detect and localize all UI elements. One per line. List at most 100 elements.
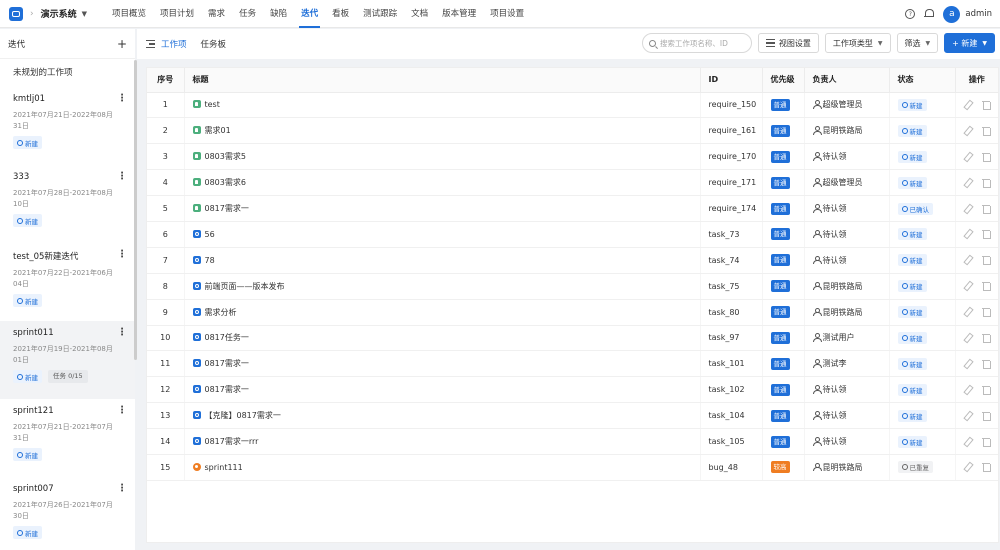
row-title-cell[interactable]: 0817任务一 bbox=[184, 325, 701, 352]
row-priority-cell[interactable]: 普通 bbox=[762, 273, 805, 300]
row-status-cell[interactable]: 新建 bbox=[889, 350, 956, 378]
edit-icon[interactable] bbox=[964, 229, 972, 238]
nav-test-tracking[interactable]: 测试跟踪 bbox=[356, 0, 404, 28]
more-options-icon[interactable]: ⋮ bbox=[117, 249, 127, 260]
row-title[interactable]: 0817需求一 bbox=[205, 385, 249, 394]
nav-requirements[interactable]: 需求 bbox=[201, 0, 232, 28]
row-title[interactable]: test bbox=[205, 100, 220, 109]
row-status-cell[interactable]: 新建 bbox=[889, 117, 956, 145]
row-status-cell[interactable]: 新建 bbox=[889, 376, 956, 404]
view-settings-button[interactable]: 视图设置 bbox=[757, 33, 819, 53]
add-sprint-icon[interactable]: + bbox=[117, 37, 127, 51]
row-priority-cell[interactable]: 较高 bbox=[762, 454, 805, 481]
nav-sprints[interactable]: 迭代 bbox=[294, 0, 325, 28]
row-status-cell[interactable]: 新建 bbox=[889, 169, 956, 197]
trash-icon[interactable] bbox=[981, 333, 991, 343]
row-status-cell[interactable]: 新建 bbox=[889, 221, 956, 248]
row-priority-cell[interactable]: 普通 bbox=[762, 402, 805, 430]
row-title-cell[interactable]: 0817需求一rrr bbox=[184, 428, 701, 455]
edit-icon[interactable] bbox=[964, 333, 972, 342]
row-title-cell[interactable]: 0803需求5 bbox=[184, 143, 701, 171]
table-row[interactable]: 4 0803需求6 require_171 普通 超级管理员 新建 bbox=[147, 169, 998, 197]
row-title[interactable]: 前端页面——版本发布 bbox=[205, 282, 285, 291]
edit-icon[interactable] bbox=[964, 359, 972, 368]
table-row[interactable]: 7 78 task_74 普通 待认领 新建 bbox=[147, 247, 998, 274]
table-row[interactable]: 5 0817需求一 require_174 普通 待认领 已确认 bbox=[147, 195, 998, 222]
row-title[interactable]: 需求分析 bbox=[205, 308, 237, 317]
nav-tasks[interactable]: 任务 bbox=[232, 0, 263, 28]
sprint-item[interactable]: sprint121 ⋮ 2021年07月21日-2021年07月31日 新建 bbox=[0, 399, 135, 477]
row-title-cell[interactable]: test bbox=[184, 92, 701, 119]
edit-icon[interactable] bbox=[964, 100, 972, 109]
edit-icon[interactable] bbox=[964, 307, 972, 316]
new-item-button[interactable]: + 新建 ▼ bbox=[944, 33, 995, 53]
row-title-cell[interactable]: 0817需求一 bbox=[184, 376, 701, 404]
row-owner-cell[interactable]: 待认领 bbox=[804, 428, 890, 455]
row-title[interactable]: 0817需求一rrr bbox=[205, 437, 259, 446]
table-row[interactable]: 8 前端页面——版本发布 task_75 普通 昆明铁路局 新建 bbox=[147, 273, 998, 300]
row-owner-cell[interactable]: 待认领 bbox=[804, 247, 890, 274]
row-owner-cell[interactable]: 待认领 bbox=[804, 402, 890, 430]
search-input[interactable]: 搜索工作项名称、ID bbox=[641, 33, 752, 53]
row-title-cell[interactable]: 0803需求6 bbox=[184, 169, 701, 197]
row-owner-cell[interactable]: 昆明铁路局 bbox=[804, 299, 890, 326]
row-owner-cell[interactable]: 待认领 bbox=[804, 221, 890, 248]
row-priority-cell[interactable]: 普通 bbox=[762, 325, 805, 352]
row-status-cell[interactable]: 新建 bbox=[889, 143, 956, 171]
row-owner-cell[interactable]: 超级管理员 bbox=[804, 92, 890, 119]
row-status-cell[interactable]: 已重复 bbox=[889, 454, 956, 481]
row-title-cell[interactable]: 0817需求一 bbox=[184, 195, 701, 222]
row-owner-cell[interactable]: 昆明铁路局 bbox=[804, 454, 890, 481]
trash-icon[interactable] bbox=[981, 437, 991, 447]
row-priority-cell[interactable]: 普通 bbox=[762, 299, 805, 326]
row-title-cell[interactable]: 前端页面——版本发布 bbox=[184, 273, 701, 300]
row-priority-cell[interactable]: 普通 bbox=[762, 92, 805, 119]
sprint-item[interactable]: sprint007 ⋮ 2021年07月26日-2021年07月30日 新建 bbox=[0, 477, 135, 550]
row-priority-cell[interactable]: 普通 bbox=[762, 169, 805, 197]
list-view-icon[interactable] bbox=[146, 40, 155, 48]
nav-plan[interactable]: 项目计划 bbox=[153, 0, 201, 28]
trash-icon[interactable] bbox=[981, 411, 991, 421]
trash-icon[interactable] bbox=[981, 126, 991, 136]
unplanned-items[interactable]: 未规划的工作项 bbox=[0, 59, 135, 87]
table-row[interactable]: 13 【克隆】0817需求一 task_104 普通 待认领 新建 bbox=[147, 402, 998, 430]
row-title[interactable]: 0817需求一 bbox=[205, 359, 249, 368]
edit-icon[interactable] bbox=[964, 462, 972, 471]
sprint-item[interactable]: 333 ⋮ 2021年07月28日-2021年08月10日 新建 bbox=[0, 165, 135, 243]
edit-icon[interactable] bbox=[964, 437, 972, 446]
sprint-item[interactable]: kmtlj01 ⋮ 2021年07月21日-2022年08月31日 新建 bbox=[0, 87, 135, 165]
edit-icon[interactable] bbox=[964, 255, 972, 264]
row-priority-cell[interactable]: 普通 bbox=[762, 143, 805, 171]
row-title-cell[interactable]: sprint111 bbox=[184, 454, 701, 481]
edit-icon[interactable] bbox=[964, 281, 972, 290]
more-options-icon[interactable]: ⋮ bbox=[117, 483, 127, 494]
bell-icon[interactable] bbox=[924, 9, 935, 19]
more-options-icon[interactable]: ⋮ bbox=[117, 405, 127, 416]
row-title-cell[interactable]: 0817需求一 bbox=[184, 350, 701, 378]
row-title[interactable]: 0803需求5 bbox=[205, 152, 246, 161]
trash-icon[interactable] bbox=[981, 204, 991, 214]
table-row[interactable]: 2 需求01 require_161 普通 昆明铁路局 新建 bbox=[147, 117, 998, 145]
trash-icon[interactable] bbox=[981, 152, 991, 162]
more-options-icon[interactable]: ⋮ bbox=[117, 171, 127, 182]
tab-task-board[interactable]: 任务板 bbox=[201, 38, 227, 50]
table-row[interactable]: 14 0817需求一rrr task_105 普通 待认领 新建 bbox=[147, 428, 998, 455]
row-owner-cell[interactable]: 超级管理员 bbox=[804, 169, 890, 197]
row-owner-cell[interactable]: 待认领 bbox=[804, 376, 890, 404]
row-status-cell[interactable]: 新建 bbox=[889, 402, 956, 430]
filter-dropdown[interactable]: 筛选 ▼ bbox=[896, 33, 939, 53]
trash-icon[interactable] bbox=[981, 385, 991, 395]
nav-project-settings[interactable]: 项目设置 bbox=[483, 0, 531, 28]
row-priority-cell[interactable]: 普通 bbox=[762, 376, 805, 404]
row-status-cell[interactable]: 新建 bbox=[889, 299, 956, 326]
trash-icon[interactable] bbox=[981, 281, 991, 292]
row-title[interactable]: 78 bbox=[205, 256, 215, 265]
edit-icon[interactable] bbox=[964, 178, 972, 187]
table-row[interactable]: 15 sprint111 bug_48 较高 昆明铁路局 已重复 bbox=[147, 454, 998, 481]
edit-icon[interactable] bbox=[964, 152, 972, 161]
row-status-cell[interactable]: 新建 bbox=[889, 92, 956, 119]
trash-icon[interactable] bbox=[981, 359, 991, 369]
table-row[interactable]: 9 需求分析 task_80 普通 昆明铁路局 新建 bbox=[147, 299, 998, 326]
avatar[interactable]: a bbox=[943, 5, 961, 23]
row-title-cell[interactable]: 【克隆】0817需求一 bbox=[184, 402, 701, 430]
